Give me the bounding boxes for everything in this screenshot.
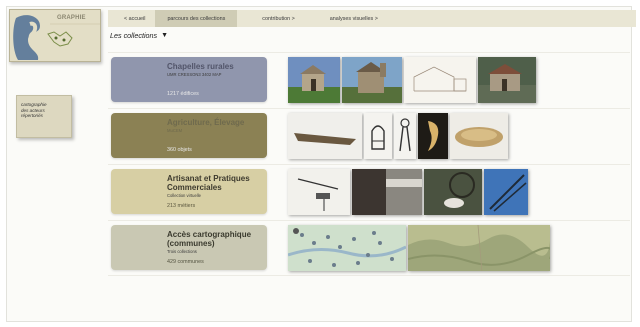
- chapel-photo-thumbnail[interactable]: [342, 57, 402, 103]
- chapel-photo-thumbnail[interactable]: [288, 57, 340, 103]
- collection-count: 1217 édifices: [167, 91, 199, 97]
- windmill-photo-thumbnail[interactable]: [484, 169, 528, 215]
- zoom-control-icon: [293, 228, 299, 234]
- shears-object-thumbnail[interactable]: [394, 113, 416, 159]
- collection-card-artisanat[interactable]: Artisanat et Pratiques Commerciales Coll…: [111, 169, 267, 214]
- collection-row-agriculture: Agriculture, Élevage MuCEM 360 objets: [108, 108, 630, 164]
- collection-title: Agriculture, Élevage: [167, 118, 245, 127]
- carved-object-thumbnail[interactable]: [418, 113, 448, 159]
- site-logo[interactable]: GRAPHIE: [9, 9, 101, 62]
- thumbnail-strip: [288, 169, 530, 215]
- collection-count: 360 objets: [167, 147, 192, 153]
- chapel-photo-thumbnail[interactable]: [478, 57, 536, 103]
- tool-object-thumbnail[interactable]: [364, 113, 392, 159]
- nav-parcours-collections[interactable]: parcours des collections: [155, 10, 238, 27]
- nav-accueil[interactable]: < accueil: [114, 10, 155, 27]
- nav-analyses-visuelles[interactable]: analyses visuelles >: [320, 10, 388, 27]
- shop-sign-photo-thumbnail[interactable]: [352, 169, 422, 215]
- collection-card-cartographie[interactable]: Accès cartographique (communes) Trois co…: [111, 225, 267, 270]
- triangle-down-icon[interactable]: ▼: [161, 32, 168, 39]
- thumbnail-strip: [288, 113, 510, 159]
- collection-count: 429 communes: [167, 259, 204, 265]
- section-title-text: Les collections: [110, 31, 158, 40]
- logo-text: GRAPHIE: [57, 15, 86, 21]
- collection-subtitle: Trois collections: [167, 249, 197, 254]
- collection-row-cartographie: Accès cartographique (communes) Trois co…: [108, 220, 630, 276]
- collection-row-chapelles: Chapelles rurales UMR CRESSON3 3402 MAP …: [108, 52, 630, 108]
- collection-title: Accès cartographique (communes): [167, 230, 252, 248]
- thumbnail-strip: [288, 225, 552, 271]
- logo-map-icon: [10, 10, 100, 61]
- thumbnail-strip: [288, 57, 538, 103]
- collection-subtitle: UMR CRESSON3 3402 MAP: [167, 72, 222, 77]
- collections-heading[interactable]: Les collections ▼: [110, 31, 168, 40]
- commune-map-thumbnail[interactable]: [288, 225, 406, 271]
- terrain-map-thumbnail[interactable]: [408, 225, 550, 271]
- side-line-3: répertoriés: [21, 113, 43, 119]
- workshop-drawing-thumbnail[interactable]: [288, 169, 350, 215]
- cartographie-acteurs-link[interactable]: cartographie des acteurs répertoriés: [16, 95, 72, 138]
- collection-count: 213 métiers: [167, 203, 196, 209]
- chapel-drawing-thumbnail[interactable]: [404, 57, 476, 103]
- wooden-bowl-thumbnail[interactable]: [450, 113, 508, 159]
- collection-subtitle: Collection virtuelle: [167, 193, 201, 198]
- collection-title: Chapelles rurales: [167, 62, 234, 71]
- collection-card-chapelles[interactable]: Chapelles rurales UMR CRESSON3 3402 MAP …: [111, 57, 267, 102]
- collection-title: Artisanat et Pratiques Commerciales: [167, 174, 250, 192]
- collection-subtitle: MuCEM: [167, 128, 183, 133]
- mill-photo-thumbnail[interactable]: [424, 169, 482, 215]
- collection-card-agriculture[interactable]: Agriculture, Élevage MuCEM 360 objets: [111, 113, 267, 158]
- top-nav: < accueil parcours des collections contr…: [108, 10, 636, 27]
- trough-object-thumbnail[interactable]: [288, 113, 362, 159]
- collection-row-artisanat: Artisanat et Pratiques Commerciales Coll…: [108, 164, 630, 220]
- nav-contribution[interactable]: contribution >: [237, 10, 320, 27]
